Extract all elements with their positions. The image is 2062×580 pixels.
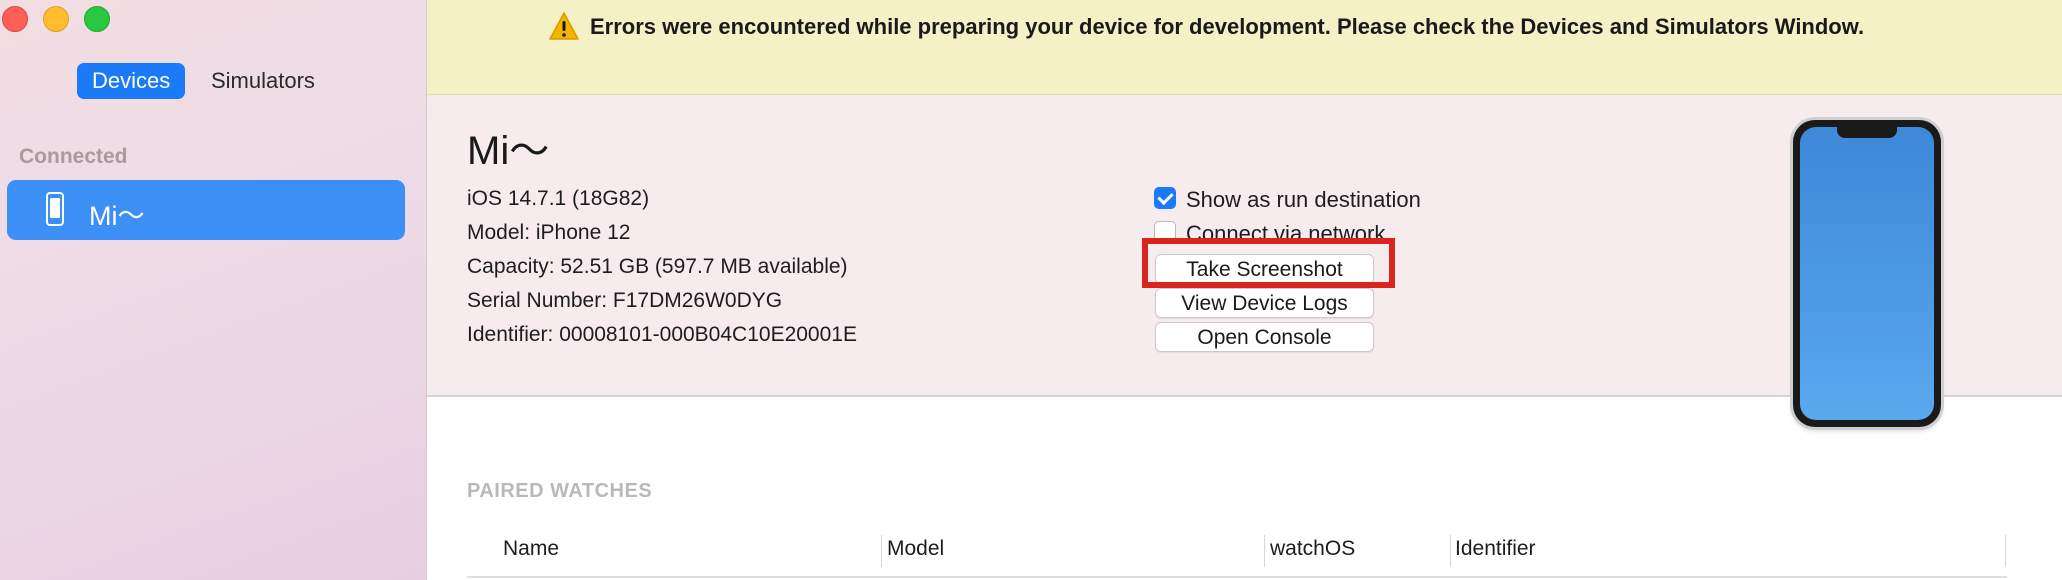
segment-devices[interactable]: Devices bbox=[77, 63, 186, 99]
device-screen bbox=[1800, 127, 1934, 420]
device-notch bbox=[1837, 126, 1897, 138]
take-screenshot-button[interactable]: Take Screenshot bbox=[1155, 254, 1374, 284]
error-banner-text: Errors were encountered while preparing … bbox=[590, 14, 1865, 39]
connect-via-network-checkbox[interactable] bbox=[1154, 221, 1176, 243]
segment-simulators[interactable]: Simulators bbox=[196, 63, 330, 99]
column-header-model[interactable]: Model bbox=[887, 537, 944, 561]
column-separator[interactable] bbox=[881, 535, 882, 567]
paired-watches-title: PAIRED WATCHES bbox=[467, 480, 653, 502]
minimize-window-button[interactable] bbox=[43, 6, 69, 32]
show-as-run-destination-checkbox[interactable] bbox=[1154, 187, 1176, 209]
device-serial-number: Serial Number: F17DM26W0DYG bbox=[467, 289, 783, 312]
device-model: Model: iPhone 12 bbox=[467, 221, 631, 244]
column-separator[interactable] bbox=[1450, 535, 1451, 567]
connect-via-network-label[interactable]: Connect via network bbox=[1186, 221, 1385, 247]
sidebar-device-item[interactable]: Mi～ bbox=[7, 180, 405, 240]
zoom-window-button[interactable] bbox=[84, 6, 110, 32]
column-header-watchos[interactable]: watchOS bbox=[1270, 537, 1355, 561]
device-illustration bbox=[1793, 120, 1941, 427]
column-header-name[interactable]: Name bbox=[503, 537, 559, 561]
iphone-icon bbox=[46, 192, 64, 226]
column-separator[interactable] bbox=[2005, 535, 2006, 567]
sidebar-device-name: Mi～ bbox=[89, 201, 145, 231]
column-separator[interactable] bbox=[1264, 535, 1265, 567]
open-console-button[interactable]: Open Console bbox=[1155, 322, 1374, 352]
view-device-logs-button[interactable]: View Device Logs bbox=[1155, 288, 1374, 318]
device-identifier: Identifier: 00008101-000B04C10E20001E bbox=[467, 323, 857, 346]
show-as-run-destination-label[interactable]: Show as run destination bbox=[1186, 187, 1421, 213]
column-header-identifier[interactable]: Identifier bbox=[1455, 537, 1536, 561]
device-os-version: iOS 14.7.1 (18G82) bbox=[467, 187, 650, 210]
device-capacity: Capacity: 52.51 GB (597.7 MB available) bbox=[467, 255, 848, 278]
device-title: Mi～ bbox=[467, 129, 550, 173]
sidebar: Devices Simulators Connected Mi～ bbox=[0, 0, 427, 580]
warning-icon bbox=[549, 12, 579, 40]
table-header-divider bbox=[467, 576, 2007, 578]
close-window-button[interactable] bbox=[2, 6, 28, 32]
section-header-connected: Connected bbox=[19, 145, 128, 168]
